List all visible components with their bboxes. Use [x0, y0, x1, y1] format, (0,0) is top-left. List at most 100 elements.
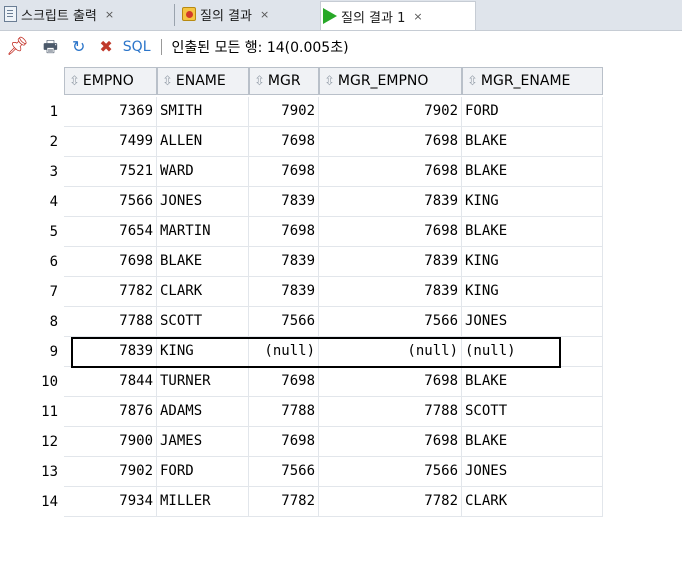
cell-empno[interactable]: 7369 [64, 97, 157, 127]
column-header-ename[interactable]: ⇳ ENAME [157, 67, 249, 95]
cell-empno[interactable]: 7788 [64, 307, 157, 337]
cell-mgr-ename[interactable]: BLAKE [462, 427, 603, 457]
cell-mgr[interactable]: 7566 [249, 307, 319, 337]
pin-icon[interactable]: 📌︎ [6, 38, 29, 56]
table-row[interactable]: 8 7788 SCOTT 7566 7566 JONES [0, 307, 682, 337]
cell-mgr-empno[interactable]: 7698 [319, 367, 462, 397]
cell-empno[interactable]: 7499 [64, 127, 157, 157]
cell-mgr-ename[interactable]: CLARK [462, 487, 603, 517]
cell-empno[interactable]: 7698 [64, 247, 157, 277]
cell-mgr-empno[interactable]: 7902 [319, 97, 462, 127]
cell-mgr[interactable]: 7698 [249, 127, 319, 157]
cell-ename[interactable]: SMITH [157, 97, 249, 127]
cell-ename[interactable]: JAMES [157, 427, 249, 457]
cell-empno[interactable]: 7782 [64, 277, 157, 307]
sql-button[interactable]: SQL [123, 39, 151, 55]
sort-icon[interactable]: ⇳ [162, 74, 173, 89]
cell-mgr-ename[interactable]: KING [462, 277, 603, 307]
cell-mgr[interactable]: 7698 [249, 157, 319, 187]
cell-mgr[interactable]: 7839 [249, 277, 319, 307]
cell-empno[interactable]: 7844 [64, 367, 157, 397]
table-row[interactable]: 10 7844 TURNER 7698 7698 BLAKE [0, 367, 682, 397]
cell-mgr-empno[interactable]: 7782 [319, 487, 462, 517]
cell-empno[interactable]: 7566 [64, 187, 157, 217]
cell-empno[interactable]: 7654 [64, 217, 157, 247]
sort-icon[interactable]: ⇳ [324, 74, 335, 89]
table-row[interactable]: 11 7876 ADAMS 7788 7788 SCOTT [0, 397, 682, 427]
cell-mgr-empno[interactable]: 7698 [319, 157, 462, 187]
cell-mgr-empno[interactable]: 7698 [319, 127, 462, 157]
cell-mgr-ename[interactable]: KING [462, 187, 603, 217]
table-row[interactable]: 12 7900 JAMES 7698 7698 BLAKE [0, 427, 682, 457]
close-icon[interactable]: × [260, 8, 269, 21]
table-row[interactable]: 14 7934 MILLER 7782 7782 CLARK [0, 487, 682, 517]
sort-icon[interactable]: ⇳ [467, 74, 478, 89]
cell-ename[interactable]: CLARK [157, 277, 249, 307]
row-number: 11 [41, 404, 58, 420]
cell-ename[interactable]: MILLER [157, 487, 249, 517]
cell-mgr-empno[interactable]: 7566 [319, 307, 462, 337]
tab-script-output[interactable]: 스크립트 출력 × [2, 1, 170, 27]
cell-mgr[interactable]: 7839 [249, 247, 319, 277]
table-row[interactable]: 13 7902 FORD 7566 7566 JONES [0, 457, 682, 487]
cell-empno[interactable]: 7934 [64, 487, 157, 517]
sort-icon[interactable]: ⇳ [254, 74, 265, 89]
cell-mgr[interactable]: 7782 [249, 487, 319, 517]
table-row[interactable]: 7 7782 CLARK 7839 7839 KING [0, 277, 682, 307]
cell-mgr-ename[interactable]: KING [462, 247, 603, 277]
cell-ename[interactable]: WARD [157, 157, 249, 187]
table-row[interactable]: 6 7698 BLAKE 7839 7839 KING [0, 247, 682, 277]
cell-mgr-ename[interactable]: BLAKE [462, 367, 603, 397]
cell-mgr[interactable]: 7698 [249, 217, 319, 247]
cancel-sql-icon[interactable]: ✖ [99, 39, 112, 55]
cell-mgr-ename[interactable]: JONES [462, 457, 603, 487]
cell-empno[interactable]: 7900 [64, 427, 157, 457]
close-icon[interactable]: × [105, 8, 114, 21]
cell-mgr[interactable]: 7788 [249, 397, 319, 427]
cell-mgr-ename[interactable]: SCOTT [462, 397, 603, 427]
cell-empno[interactable]: 7521 [64, 157, 157, 187]
cell-ename[interactable]: MARTIN [157, 217, 249, 247]
cell-ename[interactable]: ALLEN [157, 127, 249, 157]
table-row[interactable]: 3 7521 WARD 7698 7698 BLAKE [0, 157, 682, 187]
cell-mgr[interactable]: 7566 [249, 457, 319, 487]
cell-mgr-ename[interactable]: FORD [462, 97, 603, 127]
cell-ename[interactable]: BLAKE [157, 247, 249, 277]
cell-mgr[interactable]: 7698 [249, 427, 319, 457]
close-icon[interactable]: × [413, 10, 422, 23]
cell-mgr-empno[interactable]: 7839 [319, 277, 462, 307]
cell-ename[interactable]: SCOTT [157, 307, 249, 337]
cell-empno[interactable]: 7876 [64, 397, 157, 427]
refresh-icon[interactable]: ↻ [72, 39, 85, 55]
table-row[interactable]: 2 7499 ALLEN 7698 7698 BLAKE [0, 127, 682, 157]
cell-ename[interactable]: FORD [157, 457, 249, 487]
cell-ename[interactable]: ADAMS [157, 397, 249, 427]
cell-mgr-ename[interactable]: BLAKE [462, 157, 603, 187]
print-icon[interactable]: 🖶︎ [43, 39, 58, 55]
cell-mgr-empno[interactable]: 7698 [319, 217, 462, 247]
column-header-empno[interactable]: ⇳ EMPNO [64, 67, 157, 95]
cell-mgr-empno[interactable]: 7788 [319, 397, 462, 427]
tab-query-result-1[interactable]: 질의 결과 1 × [320, 1, 476, 30]
tab-query-result[interactable]: 질의 결과 × [180, 1, 318, 27]
cell-empno[interactable]: 7902 [64, 457, 157, 487]
cell-ename[interactable]: JONES [157, 187, 249, 217]
cell-mgr[interactable]: 7902 [249, 97, 319, 127]
column-header-mgr[interactable]: ⇳ MGR [249, 67, 319, 95]
column-header-mgr-ename[interactable]: ⇳ MGR_ENAME [462, 67, 603, 95]
cell-mgr[interactable]: 7698 [249, 367, 319, 397]
cell-mgr-empno[interactable]: 7839 [319, 247, 462, 277]
cell-mgr-ename[interactable]: BLAKE [462, 217, 603, 247]
cell-mgr[interactable]: 7839 [249, 187, 319, 217]
cell-mgr-empno[interactable]: 7566 [319, 457, 462, 487]
cell-mgr-ename[interactable]: JONES [462, 307, 603, 337]
table-row[interactable]: 1 7369 SMITH 7902 7902 FORD [0, 97, 682, 127]
cell-ename[interactable]: TURNER [157, 367, 249, 397]
cell-mgr-empno[interactable]: 7839 [319, 187, 462, 217]
cell-mgr-ename[interactable]: BLAKE [462, 127, 603, 157]
column-header-mgr-empno[interactable]: ⇳ MGR_EMPNO [319, 67, 462, 95]
cell-mgr-empno[interactable]: 7698 [319, 427, 462, 457]
table-row[interactable]: 4 7566 JONES 7839 7839 KING [0, 187, 682, 217]
table-row[interactable]: 5 7654 MARTIN 7698 7698 BLAKE [0, 217, 682, 247]
sort-icon[interactable]: ⇳ [69, 74, 80, 89]
